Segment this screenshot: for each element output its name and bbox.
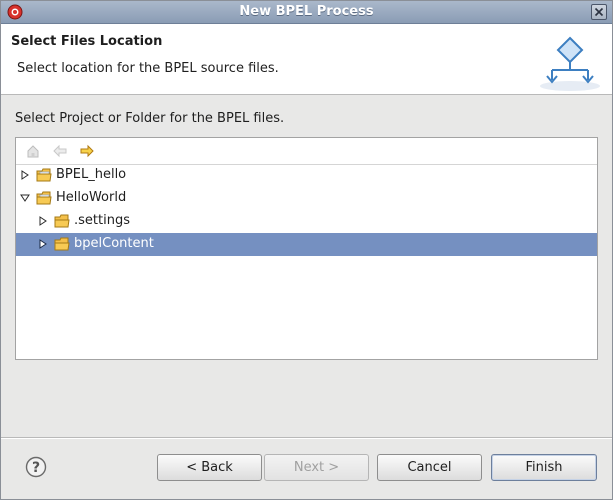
collapse-arrow-icon[interactable] [20,193,30,203]
tree-item-helloworld[interactable]: HelloWorld [16,187,597,210]
next-button[interactable]: Next > [264,454,369,481]
wizard-header: Select Files Location Select location fo… [1,24,612,95]
folder-icon [54,214,70,228]
home-icon[interactable] [24,142,42,160]
footer-separator [1,437,612,439]
page-title: Select Files Location [11,34,163,49]
tree-item-settings[interactable]: .settings [16,210,597,233]
bpel-process-icon [540,36,600,91]
close-button[interactable] [591,4,607,20]
folder-icon [36,168,52,182]
location-prompt: Select Project or Folder for the BPEL fi… [15,111,285,126]
tree-item-bpel-hello[interactable]: BPEL_hello [16,164,597,187]
back-arrow-icon[interactable] [51,142,69,160]
folder-tree[interactable]: BPEL_hello HelloWorld .settings bpelCont… [15,137,598,360]
tree-toolbar [16,138,597,165]
tree-item-label: bpelContent [74,236,154,251]
expand-arrow-icon[interactable] [20,170,30,180]
tree-item-label: HelloWorld [56,190,127,205]
forward-arrow-icon[interactable] [78,142,96,160]
tree-item-label: .settings [74,213,130,228]
expand-arrow-icon[interactable] [38,239,48,249]
folder-icon [54,237,70,251]
svg-text:?: ? [32,460,40,476]
tree-item-label: BPEL_hello [56,167,127,182]
back-button[interactable]: < Back [157,454,262,481]
expand-arrow-icon[interactable] [38,216,48,226]
cancel-button[interactable]: Cancel [377,454,482,481]
close-icon [594,7,604,17]
finish-button[interactable]: Finish [491,454,597,481]
title-bar[interactable]: New BPEL Process [1,1,612,24]
dialog-window: New BPEL Process Select Files Location S… [0,0,613,500]
window-title: New BPEL Process [239,4,374,19]
page-description: Select location for the BPEL source file… [17,61,279,76]
help-icon[interactable]: ? [25,456,47,478]
tree-item-bpelcontent[interactable]: bpelContent [16,233,597,256]
folder-icon [36,191,52,205]
